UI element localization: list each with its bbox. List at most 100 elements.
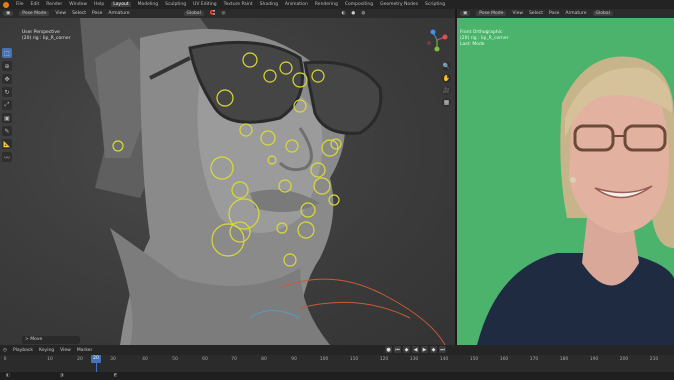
3d-viewport[interactable]: User Perspective (20) rig : lip_R_corner… (0, 18, 455, 345)
active-bone-label: (20) rig : lip_R_corner (22, 36, 71, 41)
frame-tick: 0 (3, 357, 7, 362)
frame-tick: 180 (559, 357, 569, 362)
timeline-view-menu[interactable]: View (60, 348, 71, 353)
next-key-icon[interactable]: ◆ (430, 346, 437, 353)
menu-help[interactable]: Help (94, 2, 104, 7)
menu-select[interactable]: Select (72, 11, 86, 16)
tab-shading[interactable]: Shading (260, 2, 278, 7)
mode-selector-2[interactable]: Pose Mode (476, 11, 507, 16)
mode-selector[interactable]: Pose Mode (19, 11, 50, 16)
zoom-icon[interactable]: 🔍 (442, 62, 451, 71)
relax-icon[interactable]: 〰 (2, 152, 12, 162)
frame-tick: 190 (589, 357, 599, 362)
editor-type-button[interactable]: ▣ (3, 11, 14, 16)
last-operator-panel[interactable]: > Move (22, 336, 80, 344)
frame-tick: 30 (110, 357, 116, 362)
tool-shelf: ⬚ ⊕ ✥ ↻ ⤢ ▣ ✎ 📐 〰 (2, 48, 14, 162)
frame-tick: 170 (529, 357, 539, 362)
frame-tick: 90 (291, 357, 297, 362)
viewport-info: User Perspective (20) rig : lip_R_corner (22, 30, 70, 42)
menu-view-2[interactable]: View (512, 11, 523, 16)
reference-header: ▣ Pose Mode View Select Pose Armature Gl… (457, 9, 674, 18)
record-icon[interactable]: ● (385, 346, 392, 353)
frame-tick: 10 (47, 357, 53, 362)
snap-icon[interactable]: 🧲 (210, 11, 216, 16)
frame-tick: 80 (261, 357, 267, 362)
orientation-selector-2[interactable]: Global (592, 11, 613, 16)
status-mouse-right-icon: ◩ (113, 372, 118, 377)
tab-uv-editing[interactable]: UV Editing (193, 2, 216, 7)
menu-select-2[interactable]: Select (529, 11, 543, 16)
frame-tick: 200 (619, 357, 629, 362)
frame-tick: 60 (202, 357, 208, 362)
menu-pose-2[interactable]: Pose (549, 11, 559, 16)
reference-video-viewport[interactable]: Front Orthographic (20) rig : lip_R_corn… (457, 18, 674, 345)
tab-geometry-nodes[interactable]: Geometry Nodes (380, 2, 418, 7)
frame-tick: 50 (172, 357, 178, 362)
move-icon[interactable]: ✥ (2, 74, 12, 84)
playhead-current-frame[interactable]: 20 (91, 355, 101, 363)
cursor-icon[interactable]: ⊕ (2, 61, 12, 71)
menu-file[interactable]: File (16, 2, 24, 7)
frame-tick: 40 (142, 357, 148, 362)
menu-render[interactable]: Render (46, 2, 62, 7)
rotate-icon[interactable]: ↻ (2, 87, 12, 97)
reference-info: Front Orthographic (20) rig : lip_R_corn… (460, 30, 508, 48)
viewport-header: ▣ Pose Mode View Select Pose Armature Gl… (0, 9, 455, 18)
play-reverse-icon[interactable]: ◀ (412, 346, 419, 353)
select-icon[interactable]: ⬚ (2, 48, 12, 58)
timeline-header: ◷ Playback Keying View Marker ● ⏮ ◆ ◀ ▶ … (0, 345, 674, 355)
menu-view[interactable]: View (55, 11, 66, 16)
blender-logo-icon[interactable] (3, 1, 9, 8)
frame-tick: 120 (379, 357, 389, 362)
navigation-gizmo[interactable] (425, 28, 449, 52)
frame-tick: 160 (499, 357, 509, 362)
top-menu-bar: File Edit Render Window Help Layout Mode… (0, 0, 674, 9)
frame-tick: 110 (349, 357, 359, 362)
menu-armature-2[interactable]: Armature (565, 11, 586, 16)
orientation-selector[interactable]: Global (183, 11, 204, 16)
jump-end-icon[interactable]: ⏭ (439, 346, 446, 353)
frame-ruler[interactable]: 0 10 20 30 40 50 60 70 80 90 100 110 120… (0, 356, 674, 365)
camera-icon[interactable]: 🎥 (442, 86, 451, 95)
tab-texture-paint[interactable]: Texture Paint (224, 2, 253, 7)
last-action-label: Last: Mode (460, 42, 485, 47)
frame-tick: 210 (649, 357, 659, 362)
frame-tick: 150 (469, 357, 479, 362)
tab-animation[interactable]: Animation (285, 2, 308, 7)
tab-sculpting[interactable]: Sculpting (165, 2, 186, 7)
editor-type-button-3[interactable]: ◷ (3, 348, 7, 353)
reference-person-image (477, 56, 674, 345)
playback-menu[interactable]: Playback (13, 348, 33, 353)
menu-edit[interactable]: Edit (31, 2, 40, 7)
pan-hand-icon[interactable]: ✋ (442, 74, 451, 83)
measure-icon[interactable]: 📐 (2, 139, 12, 149)
tab-compositing[interactable]: Compositing (345, 2, 373, 7)
tab-scripting[interactable]: Scripting (425, 2, 445, 7)
frame-tick: 20 (77, 357, 83, 362)
play-icon[interactable]: ▶ (421, 346, 428, 353)
menu-pose[interactable]: Pose (92, 11, 102, 16)
tab-rendering[interactable]: Rendering (315, 2, 338, 7)
overlay-icon[interactable]: ◐ (341, 11, 345, 16)
jump-start-icon[interactable]: ⏮ (394, 346, 401, 353)
status-mouse-left-icon: ◧ (6, 372, 10, 377)
tab-layout[interactable]: Layout (111, 2, 131, 7)
timeline-marker-menu[interactable]: Marker (77, 348, 93, 353)
scale-icon[interactable]: ⤢ (2, 100, 12, 110)
menu-armature[interactable]: Armature (108, 11, 129, 16)
editor-type-button-2[interactable]: ▣ (460, 11, 471, 16)
grid-icon[interactable]: ▦ (442, 98, 451, 107)
transform-icon[interactable]: ▣ (2, 113, 12, 123)
proportional-icon[interactable]: ◎ (222, 11, 226, 16)
viewport-nav-buttons: 🔍 ✋ 🎥 ▦ (442, 62, 451, 107)
tab-modeling[interactable]: Modeling (138, 2, 158, 7)
shading-solid-icon[interactable]: ● (351, 11, 355, 16)
frame-tick: 70 (231, 357, 237, 362)
keying-menu[interactable]: Keying (39, 348, 54, 353)
shading-material-icon[interactable]: ◍ (361, 11, 365, 16)
status-mouse-middle-icon: ◨ (59, 372, 64, 377)
prev-key-icon[interactable]: ◆ (403, 346, 410, 353)
menu-window[interactable]: Window (69, 2, 87, 7)
annotate-icon[interactable]: ✎ (2, 126, 12, 136)
